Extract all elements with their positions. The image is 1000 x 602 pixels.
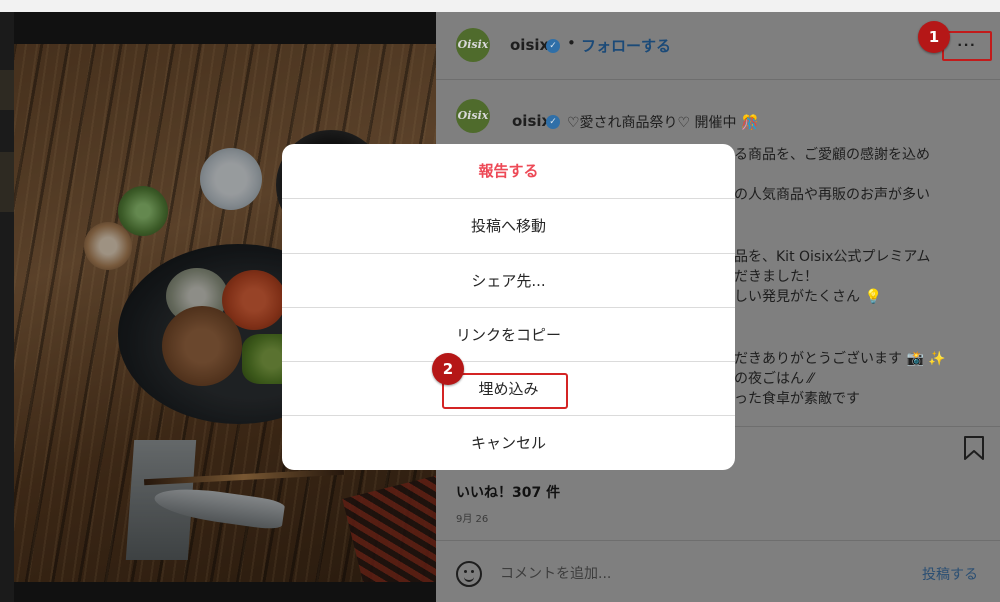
username[interactable]: oisix (510, 36, 549, 54)
caption-line: った食卓が素敵です (734, 391, 860, 407)
follow-button[interactable]: フォローする (581, 35, 671, 56)
menu-item-report[interactable]: 報告する (282, 144, 735, 198)
menu-item-copy-link[interactable]: リンクをコピー (282, 307, 735, 361)
caption-line: の人気商品や再販のお声が多い (734, 187, 930, 203)
background-thumbnail (0, 70, 14, 110)
verified-icon: ✓ (546, 39, 560, 53)
step-badge-2: 2 (432, 353, 464, 385)
options-modal: 報告する 投稿へ移動 シェア先... リンクをコピー 埋め込み キャンセル (282, 144, 735, 470)
comment-input[interactable] (500, 563, 880, 585)
avatar[interactable]: Oisix (456, 28, 490, 62)
caption-line: 品を、Kit Oisix公式プレミアム (734, 249, 931, 265)
verified-icon: ✓ (546, 115, 560, 129)
menu-item-share[interactable]: シェア先... (282, 253, 735, 307)
background-top-bar (0, 0, 1000, 12)
caption-line: る商品を、ご愛顧の感謝を込め (734, 147, 930, 163)
caption-line: だきありがとうございます 📸 ✨ (734, 351, 946, 367)
caption-line: ♡愛され商品祭り♡ 開催中 🎊 (567, 115, 759, 131)
separator: • (567, 34, 576, 52)
post-comment-button[interactable]: 投稿する (922, 564, 978, 584)
step-badge-1: 1 (918, 21, 950, 53)
post-date: 9月 26 (456, 514, 489, 525)
caption-avatar[interactable]: Oisix (456, 99, 490, 133)
menu-item-go-to-post[interactable]: 投稿へ移動 (282, 198, 735, 252)
caption-line: の夜ごはん ⁄⁄ (734, 371, 814, 387)
post-header: Oisix oisix ✓ • フォローする ··· (436, 12, 1000, 80)
likes-count[interactable]: いいね！307 件 (456, 482, 560, 502)
caption-line: しい発見がたくさん 💡 (734, 289, 882, 305)
bookmark-icon[interactable] (963, 436, 985, 460)
menu-item-cancel[interactable]: キャンセル (282, 415, 735, 469)
comment-bar: 投稿する (436, 540, 1000, 602)
background-feed-strip (0, 12, 14, 602)
background-thumbnail (0, 152, 14, 212)
caption-line: だきました！ (734, 269, 818, 285)
emoji-icon[interactable] (456, 561, 482, 587)
